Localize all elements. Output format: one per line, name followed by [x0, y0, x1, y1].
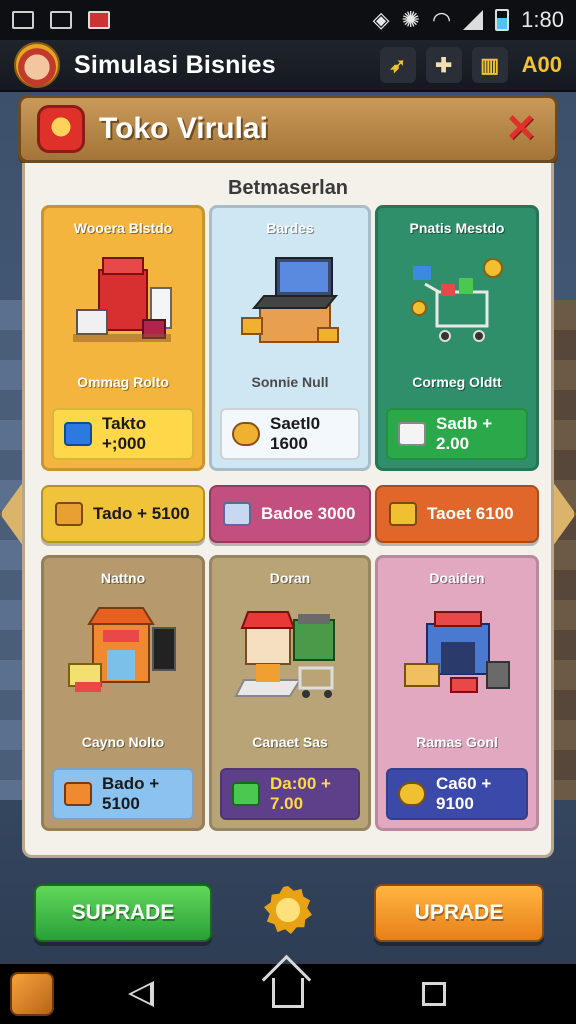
buy-button-1[interactable]: Tado + 5100	[41, 485, 205, 543]
gold-stack-icon	[389, 502, 417, 526]
image-notification-icon	[12, 11, 34, 29]
shop-item-card[interactable]: Doaiden Ramas Gonl Ca60 + 9100	[375, 555, 539, 831]
shop-item-card[interactable]: Bardes Sonnie Null Saetl0 1600	[209, 205, 371, 471]
item-name: Pnatis Mestdo	[409, 220, 505, 236]
android-nav-bar	[0, 964, 576, 1024]
panel-title: Toko Virulai	[99, 112, 268, 145]
vibrate-icon: ◈	[372, 7, 390, 32]
suprade-button[interactable]: SUPRADE	[34, 884, 212, 942]
price-button[interactable]: Takto +;000	[52, 408, 194, 460]
shop-panel-header: Toko Virulai ✕	[18, 95, 558, 163]
app-title: Simulasi Bisnies	[74, 50, 276, 79]
signal-icon	[463, 10, 484, 30]
shop-item-card[interactable]: Wooera Blstdo Ommag Rolto Takto +;000	[41, 205, 205, 471]
item-subtitle: Canaet Sas	[252, 734, 328, 750]
buy-label: Taoet 6100	[427, 504, 514, 523]
item-subtitle: Cayno Nolto	[81, 734, 165, 750]
back-icon[interactable]	[128, 981, 154, 1007]
mail-notification-icon	[88, 11, 110, 29]
gold-bars-icon[interactable]: ▥	[471, 47, 508, 83]
game-top-bar: Simulasi Bisnies ➶ ✚ ▥ A00	[0, 40, 576, 92]
shopping-cart-icon	[411, 258, 503, 342]
item-subtitle: Ommag Rolto	[77, 374, 169, 390]
price-label: Bado + 5100	[102, 774, 160, 813]
item-name: Doaiden	[429, 570, 485, 586]
package-icon	[223, 502, 251, 526]
storefront-icon	[68, 607, 176, 692]
uprade-button[interactable]: UPRADE	[374, 884, 544, 942]
shop-item-card[interactable]: Doran Canaet Sas Da:00 + 7.00	[209, 555, 371, 831]
app-shortcut-icon[interactable]	[10, 972, 54, 1016]
buy-label: Badoe 3000	[261, 504, 356, 523]
item-subtitle: Sonnie Null	[251, 374, 329, 390]
item-name: Wooera Blstdo	[73, 220, 173, 236]
price-button[interactable]: Da:00 + 7.00	[220, 768, 360, 820]
coin-icon	[398, 782, 426, 806]
buy-button-3[interactable]: Taoet 6100	[375, 485, 539, 543]
item-subtitle: Cormeg Oldtt	[412, 374, 502, 390]
shop-item-card[interactable]: Pnatis Mestdo Cormeg Oldtt Sadb + 2.00	[375, 205, 539, 471]
gold-brick-icon	[64, 782, 92, 806]
item-name: Doran	[269, 570, 311, 586]
shop-panel: Betmaserlan Wooera Blstdo Ommag Rolto Ta…	[22, 163, 554, 858]
puzzle-icon[interactable]: ✚	[425, 47, 462, 83]
item-subtitle: Ramas Gonl	[416, 734, 498, 750]
cash-register-icon	[73, 257, 172, 342]
buy-button-2[interactable]: Badoe 3000	[209, 485, 371, 543]
shop-item-card[interactable]: Nattno Cayno Nolto Bado + 5100	[41, 555, 205, 831]
buy-label: Tado + 5100	[93, 504, 190, 523]
home-icon[interactable]	[272, 978, 304, 1008]
money-stack-icon	[232, 782, 260, 806]
boost-icon[interactable]: ➶	[379, 47, 416, 83]
price-label: Sadb + 2.00	[436, 414, 493, 453]
alarm-icon: ✺	[401, 7, 420, 32]
shop-badge-icon	[37, 105, 85, 153]
market-stall-icon	[234, 611, 335, 698]
price-button[interactable]: Ca60 + 9100	[386, 768, 528, 820]
battery-icon	[495, 9, 510, 31]
gallery-notification-icon	[50, 11, 72, 29]
price-button[interactable]: Saetl0 1600	[220, 408, 360, 460]
item-name: Nattno	[100, 570, 146, 586]
close-button[interactable]: ✕	[503, 110, 539, 148]
banknote-stack-icon	[398, 422, 426, 446]
price-button[interactable]: Sadb + 2.00	[386, 408, 528, 460]
status-bar: ◈ ✺ ◠ 1:80	[0, 0, 576, 40]
recent-apps-icon[interactable]	[422, 982, 446, 1006]
cash-icon	[64, 422, 92, 446]
player-avatar[interactable]	[14, 42, 60, 88]
price-label: Da:00 + 7.00	[270, 774, 331, 813]
wifi-icon: ◠	[431, 7, 452, 32]
section-title: Betmaserlan	[227, 177, 349, 199]
coins-icon	[232, 422, 260, 446]
item-name: Bardes	[266, 220, 314, 236]
laptop-icon	[241, 257, 339, 343]
currency-value: A00	[521, 52, 562, 77]
price-label: Saetl0 1600	[270, 414, 321, 453]
price-button[interactable]: Bado + 5100	[52, 768, 194, 820]
warehouse-icon	[404, 611, 510, 693]
clock: 1:80	[521, 7, 564, 32]
price-label: Takto +;000	[102, 414, 147, 453]
bag-icon	[55, 502, 83, 526]
price-label: Ca60 + 9100	[436, 774, 492, 813]
